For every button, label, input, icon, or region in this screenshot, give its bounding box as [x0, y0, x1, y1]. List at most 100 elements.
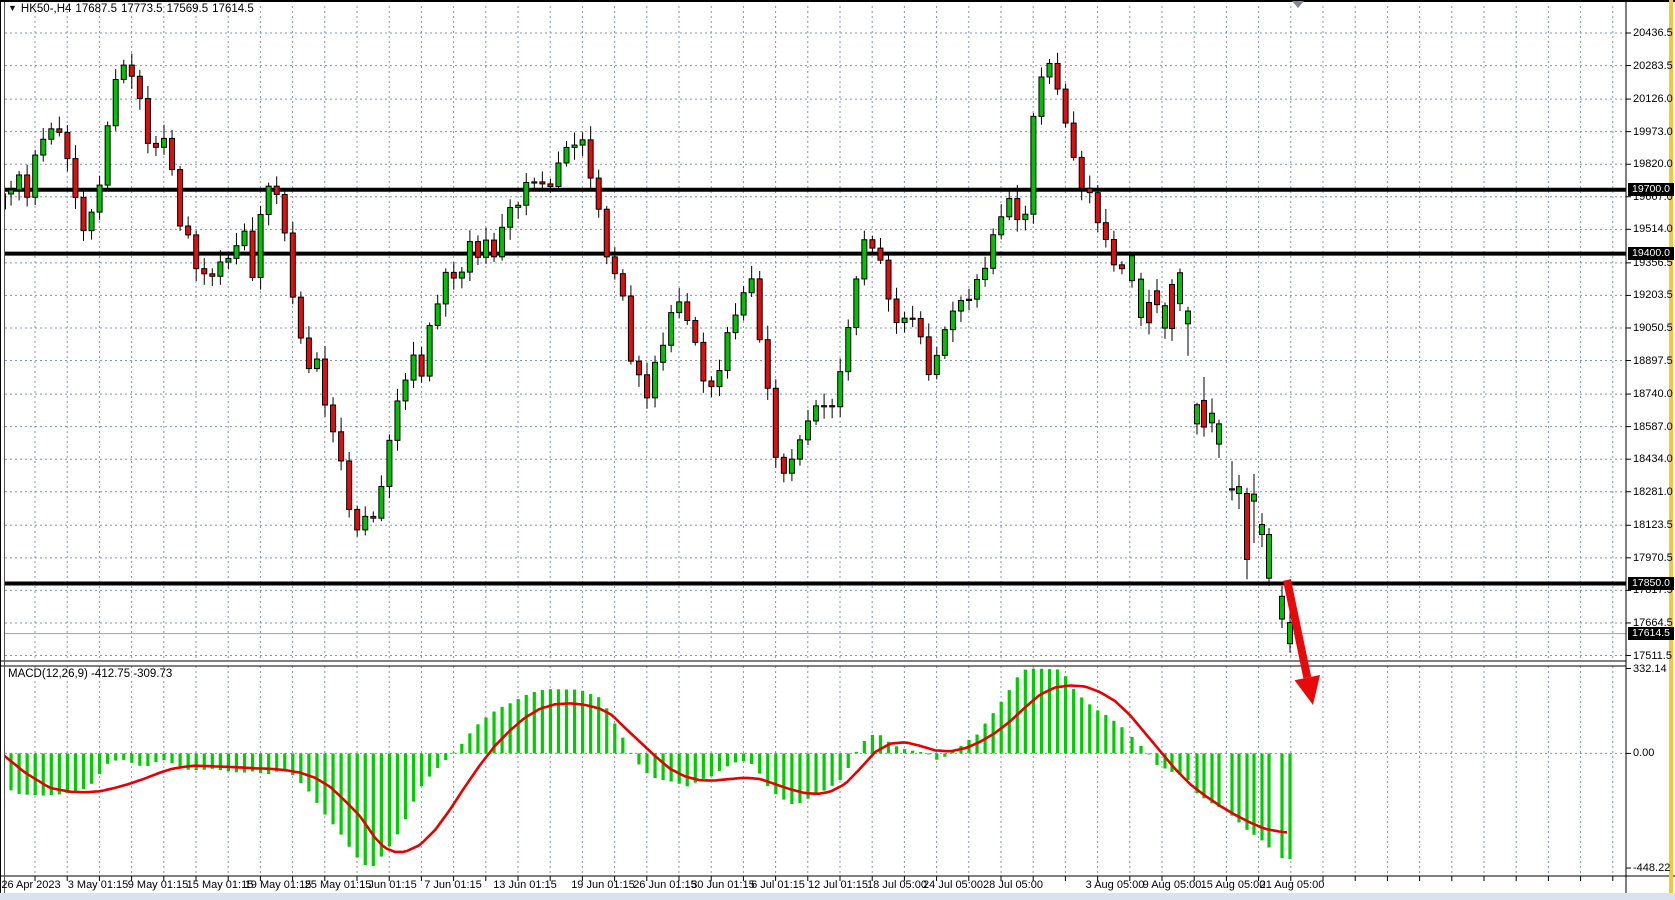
price-axis-label: 19203.5: [1633, 289, 1673, 302]
ohlc-high: 17773.5: [121, 3, 163, 15]
bull-candle: [983, 268, 988, 279]
bear-candle: [588, 140, 593, 178]
ohlc-close: 17614.5: [212, 3, 254, 15]
bull-candle: [435, 304, 440, 326]
bear-candle: [210, 274, 215, 276]
bull-candle: [999, 217, 1004, 235]
bull-candle: [806, 421, 811, 440]
bull-candle: [9, 190, 14, 194]
chart-title: ▼HK50-,H417687.517773.517569.517614.5: [8, 3, 258, 15]
window-left-border: [0, 0, 1, 893]
bull-candle: [33, 155, 38, 197]
bear-candle: [693, 320, 698, 342]
chart-shift-marker-icon[interactable]: [1292, 1, 1304, 8]
macd-indicator-label: MACD(12,26,9) -412.75 -309.73: [8, 668, 172, 680]
bull-candle: [443, 272, 448, 304]
bull-candle: [717, 371, 722, 387]
time-axis-label: 6 Jul 01:15: [751, 879, 805, 892]
bear-candle: [323, 359, 328, 405]
macd-values: -412.75 -309.73: [91, 668, 172, 680]
price-axis-label: 18281.0: [1633, 486, 1673, 499]
bear-candle: [1103, 223, 1108, 240]
symbol-period-label: HK50-,H4: [21, 3, 72, 15]
bear-candle: [765, 340, 770, 389]
bear-candle: [781, 457, 786, 473]
time-axis-label: 21 Aug 05:00: [1260, 879, 1325, 892]
bear-candle: [1111, 240, 1116, 265]
bear-candle: [628, 296, 633, 361]
bull-candle: [234, 246, 239, 259]
bull-candle: [41, 139, 46, 155]
ohlc-low: 17569.5: [167, 3, 209, 15]
bear-candle: [250, 231, 255, 277]
time-axis-label: 26 Apr 2023: [1, 879, 60, 892]
bull-candle: [862, 240, 867, 279]
time-axis-label: 18 Jul 05:00: [867, 879, 927, 892]
bear-candle: [371, 516, 376, 518]
price-axis-label: 18123.5: [1633, 519, 1673, 532]
bull-candle: [97, 185, 102, 212]
main-price-panel: [1, 6, 1627, 661]
bear-candle: [1095, 193, 1100, 223]
bear-candle: [274, 186, 279, 194]
bear-candle: [918, 318, 923, 336]
bull-candle: [846, 328, 851, 372]
bear-candle: [830, 406, 835, 407]
price-axis-label: 19050.5: [1633, 322, 1673, 335]
bull-candle: [1210, 413, 1215, 423]
bull-candle: [500, 227, 505, 257]
bull-candle: [49, 129, 54, 139]
bull-candle: [1260, 525, 1265, 535]
bull-candle: [1195, 405, 1200, 424]
bear-candle: [886, 260, 891, 299]
symbol-dropdown-icon[interactable]: ▼: [8, 3, 17, 13]
bear-candle: [709, 381, 714, 387]
chart-window: ▼HK50-,H417687.517773.517569.517614.5 MA…: [0, 0, 1675, 900]
bull-candle: [572, 145, 577, 147]
bear-candle: [636, 361, 641, 375]
time-axis-label: 9 May 01:15: [128, 879, 189, 892]
bear-candle: [604, 209, 609, 257]
bear-candle: [347, 461, 352, 509]
bull-candle: [814, 406, 819, 421]
bull-candle: [854, 279, 859, 328]
price-axis-label: 19514.0: [1633, 223, 1673, 236]
bear-candle: [153, 143, 158, 147]
bear-candle: [331, 405, 336, 432]
bull-candle: [733, 315, 738, 333]
bull-candle: [218, 262, 223, 276]
bear-candle: [475, 242, 480, 258]
bear-candle: [1155, 291, 1160, 305]
time-axis-label: 15 May 01:15: [187, 879, 254, 892]
time-axis-label: 19 Jun 01:15: [571, 879, 635, 892]
bear-candle: [306, 338, 311, 369]
bear-candle: [355, 509, 360, 530]
bear-candle: [620, 274, 625, 296]
time-axis-label: 28 Jul 05:00: [983, 879, 1043, 892]
bull-candle: [17, 175, 22, 190]
bull-candle: [1280, 596, 1285, 619]
bull-candle: [395, 401, 400, 440]
bull-candle: [942, 330, 947, 356]
bear-candle: [298, 297, 303, 338]
price-axis-label: 18897.5: [1633, 355, 1673, 368]
time-axis-label: 7 Jun 01:15: [424, 879, 482, 892]
bear-candle: [282, 195, 287, 233]
bull-candle: [661, 345, 666, 362]
bull-candle: [1007, 199, 1012, 217]
price-level-badge: 19400.0: [1628, 247, 1674, 260]
bull-candle: [653, 362, 658, 398]
bull-candle: [934, 355, 939, 374]
chart-canvas[interactable]: [0, 0, 1675, 900]
bear-candle: [548, 184, 553, 187]
bear-candle: [878, 248, 883, 260]
bull-candle: [725, 333, 730, 371]
bull-candle: [258, 215, 263, 278]
bear-candle: [194, 235, 199, 269]
price-level-badge: 19700.0: [1628, 183, 1674, 196]
bear-candle: [1055, 63, 1060, 89]
price-axis-label: 20126.0: [1633, 93, 1673, 106]
bull-candle: [797, 440, 802, 459]
time-axis-label: 13 Jun 01:15: [493, 879, 557, 892]
bear-candle: [1245, 493, 1250, 559]
